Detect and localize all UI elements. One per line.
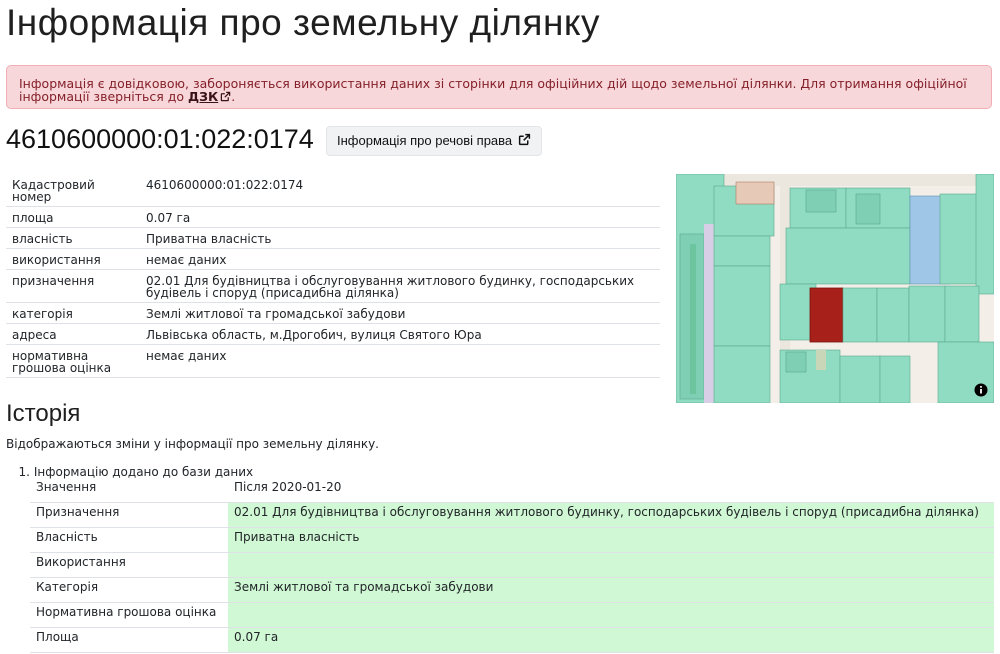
map-info-button[interactable] <box>974 383 988 397</box>
history-change-value: 0.07 га <box>228 627 994 653</box>
property-rights-button[interactable]: Інформація про речові права <box>326 126 542 156</box>
history-changes-table: Значення Після 2020-01-20 Призначення 02.01… <box>30 478 994 653</box>
property-value: 0.07 га <box>140 206 660 228</box>
disclaimer-alert: Інформація є довідковою, забороняється в… <box>6 65 992 109</box>
history-heading: Історія <box>6 400 81 427</box>
property-row: власність Приватна власність <box>6 227 660 249</box>
map-canvas[interactable] <box>676 174 994 403</box>
history-change-key: Власність <box>30 527 228 553</box>
property-key: Кадастровий номер <box>6 174 140 207</box>
property-value: немає даних <box>140 248 660 270</box>
history-change-key: Призначення <box>30 502 228 528</box>
property-row: адреса Львівська область, м.Дрогобич, вул… <box>6 323 660 345</box>
history-change-value: Землі житлової та громадської забудови <box>228 577 994 603</box>
property-key: адреса <box>6 323 140 345</box>
history-change-row: Призначення 02.01 Для будівництва і обслу… <box>30 502 994 528</box>
history-description: Відображаються зміни у інформації про зе… <box>6 437 379 451</box>
history-header-value: Після 2020-01-20 <box>228 478 994 503</box>
parcel-map[interactable] <box>676 174 994 403</box>
property-value: 4610600000:01:022:0174 <box>140 174 660 207</box>
property-key: площа <box>6 206 140 228</box>
history-change-key: Використання <box>30 552 228 578</box>
history-list: 1. Інформацію додано до бази даних <box>6 465 254 479</box>
history-entry: 1. Інформацію додано до бази даних <box>6 465 254 479</box>
info-icon <box>974 383 988 397</box>
property-row: Кадастровий номер 4610600000:01:022:0174 <box>6 174 660 207</box>
property-row: площа 0.07 га <box>6 206 660 228</box>
alert-text: Інформація є довідковою, забороняється в… <box>19 76 967 104</box>
property-value: 02.01 Для будівництва і обслуговування ж… <box>140 269 660 303</box>
property-key: власність <box>6 227 140 249</box>
history-change-row: Площа 0.07 га <box>30 627 994 653</box>
history-header-row: Значення Після 2020-01-20 <box>30 478 994 503</box>
dzk-link[interactable]: ДЗК <box>188 89 231 104</box>
property-key: категорія <box>6 302 140 324</box>
property-value: Приватна власність <box>140 227 660 249</box>
alert-tail: . <box>231 89 236 104</box>
property-row: призначення 02.01 Для будівництва і обслу… <box>6 269 660 303</box>
property-value: немає даних <box>140 344 660 378</box>
parcel-properties-table: Кадастровий номер 4610600000:01:022:0174 п… <box>6 174 660 378</box>
history-change-row: Категорія Землі житлової та громадської з… <box>30 577 994 603</box>
external-link-icon <box>518 133 531 149</box>
history-header-key: Значення <box>30 478 228 503</box>
history-change-value <box>228 552 994 578</box>
property-key: призначення <box>6 269 140 303</box>
property-value: Львівська область, м.Дрогобич, вулиця Св… <box>140 323 660 345</box>
history-change-value: 02.01 Для будівництва і обслуговування ж… <box>228 502 994 528</box>
history-entry-number: 1. <box>18 465 30 479</box>
selected-parcel[interactable] <box>809 287 844 343</box>
property-key: нормативна грошова оцінка <box>6 344 140 378</box>
history-change-value <box>228 602 994 628</box>
property-row: використання немає даних <box>6 248 660 270</box>
dzk-link-label: ДЗК <box>188 89 219 104</box>
cadastral-number-title: 4610600000:01:022:0174 <box>6 124 314 154</box>
property-value: Землі житлової та громадської забудови <box>140 302 660 324</box>
page-title: Інформація про земельну ділянку <box>6 2 600 43</box>
history-entry-title: Інформацію додано до бази даних <box>33 465 254 479</box>
history-change-key: Категорія <box>30 577 228 603</box>
property-key: використання <box>6 248 140 270</box>
external-link-icon <box>220 91 231 104</box>
history-change-row: Власність Приватна власність <box>30 527 994 553</box>
property-row: категорія Землі житлової та громадської з… <box>6 302 660 324</box>
property-row: нормативна грошова оцінка немає даних <box>6 344 660 378</box>
history-change-key: Площа <box>30 627 228 653</box>
history-change-value: Приватна власність <box>228 527 994 553</box>
history-change-key: Нормативна грошова оцінка <box>30 602 228 628</box>
history-change-row: Використання <box>30 552 994 578</box>
history-change-row: Нормативна грошова оцінка <box>30 602 994 628</box>
property-rights-label: Інформація про речові права <box>337 133 513 148</box>
